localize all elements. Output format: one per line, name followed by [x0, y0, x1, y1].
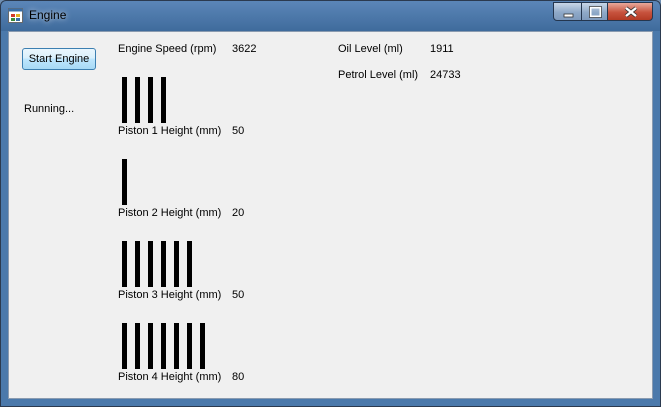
piston-bar: [187, 323, 192, 369]
oil-level-value: 1911: [430, 43, 454, 55]
petrol-level-value: 24733: [430, 69, 461, 81]
piston-bar: [122, 241, 127, 287]
piston-2-value: 20: [232, 207, 245, 219]
piston-bar: [161, 77, 166, 123]
piston-3-label: Piston 3 Height (mm): [118, 289, 222, 301]
close-button[interactable]: [607, 2, 653, 21]
piston-bar: [187, 241, 192, 287]
piston-bar: [122, 159, 127, 205]
start-engine-button[interactable]: Start Engine: [22, 48, 96, 70]
piston-1-label: Piston 1 Height (mm): [118, 125, 222, 137]
maximize-button[interactable]: [581, 2, 608, 21]
piston-bar: [148, 77, 153, 123]
window-title: Engine: [29, 8, 67, 22]
piston-bar: [135, 323, 140, 369]
piston-4-label: Piston 4 Height (mm): [118, 371, 222, 383]
piston-bar: [135, 77, 140, 123]
piston-1-value: 50: [232, 125, 245, 137]
minimize-icon: [563, 13, 574, 18]
close-icon: [624, 6, 638, 18]
piston-3-value: 50: [232, 289, 245, 301]
piston-bar: [161, 241, 166, 287]
piston-bar: [174, 323, 179, 369]
app-window: Engine Start Engine Running... Engine Sp…: [0, 0, 661, 407]
petrol-level-label: Petrol Level (ml): [338, 69, 419, 81]
piston-4-value: 80: [232, 371, 245, 383]
app-icon: [8, 8, 23, 23]
piston-bar: [148, 241, 153, 287]
engine-speed-value: 3622: [232, 43, 257, 55]
engine-speed-label: Engine Speed (rpm): [118, 43, 217, 55]
piston-bar: [148, 323, 153, 369]
minimize-button[interactable]: [553, 2, 582, 21]
piston-bar: [200, 323, 205, 369]
piston-bar: [135, 241, 140, 287]
maximize-icon: [589, 6, 602, 18]
piston-bar: [122, 323, 127, 369]
oil-level-label: Oil Level (ml): [338, 43, 403, 55]
title-bar[interactable]: Engine: [1, 1, 660, 31]
piston-2-label: Piston 2 Height (mm): [118, 207, 222, 219]
status-text: Running...: [24, 103, 75, 115]
piston-bar: [122, 77, 127, 123]
piston-bar: [174, 241, 179, 287]
piston-bar: [161, 323, 166, 369]
client-area: Start Engine Running... Engine Speed (rp…: [8, 31, 653, 399]
